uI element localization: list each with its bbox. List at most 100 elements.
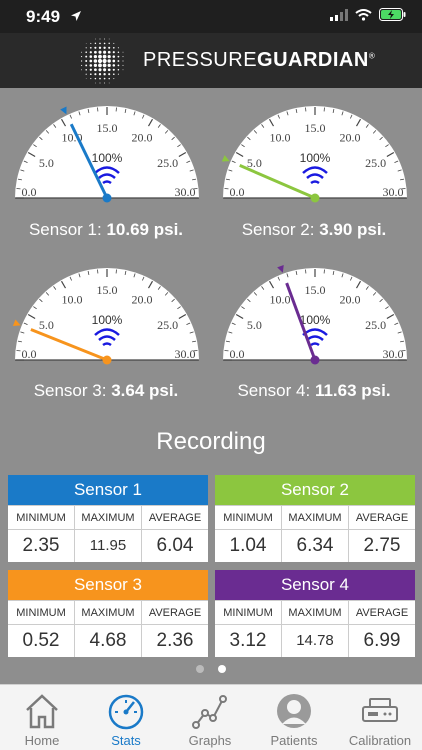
sensor-label: Sensor 2: bbox=[241, 220, 315, 239]
minimum-label: MINIMUM bbox=[8, 601, 74, 625]
person-icon bbox=[252, 691, 336, 731]
recording-card-sensor-1: Sensor 1 MINIMUM 2.35 MAXIMUM 11.95 AVERAG… bbox=[8, 475, 208, 562]
gauge-marker bbox=[12, 319, 21, 327]
gauge-tick-label: 30.0 bbox=[175, 347, 196, 361]
sensor-2-reading: Sensor 2: 3.90 psi. bbox=[214, 220, 414, 240]
tab-label: Home bbox=[24, 733, 60, 748]
tab-label: Graphs bbox=[188, 733, 232, 748]
recording-title: Recording bbox=[156, 428, 266, 455]
speedometer-icon bbox=[84, 691, 168, 731]
location-arrow-icon bbox=[70, 9, 82, 27]
gauge-hub bbox=[310, 355, 320, 365]
maximum-value: 4.68 bbox=[89, 630, 127, 651]
gauge-tick-label: 5.0 bbox=[39, 156, 54, 170]
app-header: PRESSUREGUARDIAN® bbox=[0, 33, 422, 88]
gauge-percent-label: 100% bbox=[300, 313, 331, 327]
gauge-sensor-1: 0.0 5.0 10.0 15.0 20.0 25.0 30.0 100% bbox=[12, 98, 202, 208]
maximum-value: 11.95 bbox=[89, 537, 127, 554]
sensor-value: 10.69 psi. bbox=[106, 220, 184, 239]
card-title: Sensor 4 bbox=[215, 570, 415, 600]
registered-mark: ® bbox=[368, 51, 376, 61]
sensor-label: Sensor 1: bbox=[28, 220, 102, 239]
maximum-label: MAXIMUM bbox=[75, 506, 141, 530]
tab-stats[interactable]: Stats bbox=[84, 691, 168, 748]
gauge-tick-label: 0.0 bbox=[230, 185, 245, 199]
page-indicator[interactable] bbox=[196, 665, 226, 673]
gauge-tick-label: 25.0 bbox=[365, 156, 386, 170]
recording-card-sensor-3: Sensor 3 MINIMUM 0.52 MAXIMUM 4.68 AVERAGE… bbox=[8, 570, 208, 657]
cellular-signal-icon bbox=[330, 8, 348, 26]
tab-calibration[interactable]: Calibration bbox=[338, 691, 422, 748]
minimum-label: MINIMUM bbox=[8, 506, 74, 530]
gauge-tick-label: 5.0 bbox=[39, 318, 54, 332]
average-label: AVERAGE bbox=[349, 506, 415, 530]
card-title: Sensor 2 bbox=[215, 475, 415, 505]
gauge-tick-label: 25.0 bbox=[365, 318, 386, 332]
battery-charging-icon bbox=[379, 8, 406, 26]
tab-label: Calibration bbox=[348, 733, 412, 748]
wifi-icon bbox=[355, 8, 372, 26]
page-dot-2-active[interactable] bbox=[218, 665, 226, 673]
gauge-tick-label: 5.0 bbox=[247, 318, 262, 332]
tab-home[interactable]: Home bbox=[0, 691, 84, 748]
brand-name: PRESSUREGUARDIAN® bbox=[143, 49, 375, 72]
tab-bar: Home Stats Graphs Patients Calibration bbox=[0, 684, 422, 750]
average-value: 6.99 bbox=[363, 630, 401, 651]
gauge-tick-label: 15.0 bbox=[305, 283, 326, 297]
gauge-tick-label: 15.0 bbox=[97, 121, 118, 135]
card-title: Sensor 3 bbox=[8, 570, 208, 600]
gauge-tick-label: 0.0 bbox=[230, 347, 245, 361]
page-dot-1[interactable] bbox=[196, 665, 204, 673]
sensor-label: Sensor 3: bbox=[33, 381, 107, 400]
gauge-percent-label: 100% bbox=[92, 151, 123, 165]
gauge-percent-label: 100% bbox=[92, 313, 123, 327]
maximum-label: MAXIMUM bbox=[282, 506, 348, 530]
gauge-hub bbox=[102, 193, 112, 203]
home-icon bbox=[0, 691, 84, 731]
sensor-value: 11.63 psi. bbox=[314, 381, 391, 400]
gauge-tick-label: 30.0 bbox=[383, 347, 404, 361]
average-value: 6.04 bbox=[156, 535, 194, 556]
maximum-label: MAXIMUM bbox=[282, 601, 348, 625]
tab-graphs[interactable]: Graphs bbox=[168, 691, 252, 748]
gauge-marker bbox=[221, 155, 230, 162]
gauge-tick-label: 20.0 bbox=[132, 130, 153, 144]
gauge-tick-label: 10.0 bbox=[62, 292, 83, 306]
gauge-tick-label: 0.0 bbox=[22, 347, 37, 361]
card-title: Sensor 1 bbox=[8, 475, 208, 505]
average-value: 2.36 bbox=[156, 630, 194, 651]
minimum-value: 1.04 bbox=[229, 535, 267, 556]
maximum-value: 14.78 bbox=[296, 632, 334, 649]
sensor-1-reading: Sensor 1: 10.69 psi. bbox=[6, 220, 206, 240]
sensor-label: Sensor 4: bbox=[237, 381, 311, 400]
brand-logo-icon bbox=[72, 35, 132, 92]
gauge-tick-label: 25.0 bbox=[157, 156, 178, 170]
gauge-tick-label: 10.0 bbox=[270, 292, 291, 306]
average-label: AVERAGE bbox=[142, 506, 208, 530]
gauge-tick-label: 20.0 bbox=[132, 292, 153, 306]
sensor-value: 3.90 psi. bbox=[319, 220, 387, 239]
gauge-hub bbox=[310, 193, 320, 203]
gauge-sensor-3: 0.0 5.0 10.0 15.0 20.0 25.0 30.0 100% bbox=[12, 260, 202, 370]
status-time: 9:49 bbox=[26, 7, 61, 26]
minimum-value: 3.12 bbox=[229, 630, 267, 651]
tab-label: Patients bbox=[270, 733, 318, 748]
gauge-tick-label: 15.0 bbox=[97, 283, 118, 297]
tab-patients[interactable]: Patients bbox=[252, 691, 336, 748]
minimum-label: MINIMUM bbox=[215, 601, 281, 625]
brand-light: PRESSURE bbox=[143, 49, 258, 71]
recording-card-sensor-2: Sensor 2 MINIMUM 1.04 MAXIMUM 6.34 AVERAGE… bbox=[215, 475, 415, 562]
minimum-label: MINIMUM bbox=[215, 506, 281, 530]
sensor-value: 3.64 psi. bbox=[111, 381, 179, 400]
sensor-3-reading: Sensor 3: 3.64 psi. bbox=[6, 381, 206, 401]
gauge-percent-label: 100% bbox=[300, 151, 331, 165]
tab-label: Stats bbox=[111, 733, 141, 748]
graph-icon bbox=[168, 691, 252, 731]
gauge-tick-label: 25.0 bbox=[157, 318, 178, 332]
gauge-tick-label: 30.0 bbox=[383, 185, 404, 199]
gauge-sensor-2: 0.0 5.0 10.0 15.0 20.0 25.0 30.0 100% bbox=[220, 98, 410, 208]
sensor-4-reading: Sensor 4: 11.63 psi. bbox=[214, 381, 414, 401]
gauge-tick-label: 20.0 bbox=[340, 292, 361, 306]
recording-card-sensor-4: Sensor 4 MINIMUM 3.12 MAXIMUM 14.78 AVERAG… bbox=[215, 570, 415, 657]
minimum-value: 2.35 bbox=[22, 535, 60, 556]
